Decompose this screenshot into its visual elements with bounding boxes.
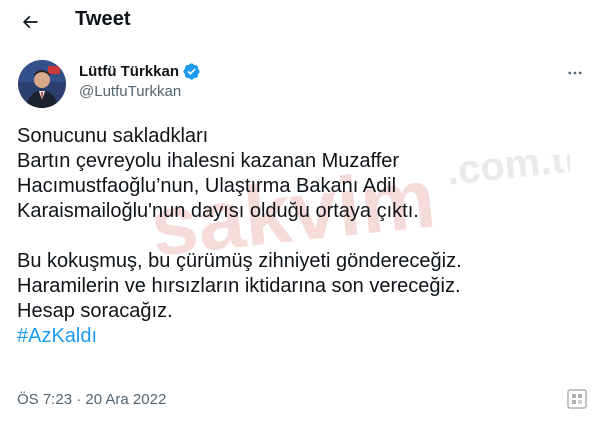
tweet-time[interactable]: ÖS 7:23: [17, 391, 72, 408]
back-button[interactable]: [13, 5, 47, 39]
tweet-line: Haramilerin ve hırsızların iktidarına so…: [17, 275, 461, 297]
author-handle[interactable]: @LutfuTurkkan: [79, 83, 181, 100]
page-title: Tweet: [75, 8, 131, 30]
hashtag-link[interactable]: #AzKaldı: [17, 325, 97, 347]
meta-separator: ·: [76, 391, 82, 408]
tweet-author: Lütfü Türkkan @LutfuTurkkan: [17, 59, 592, 111]
more-options-icon: [568, 71, 582, 75]
tweet-line: Hacımustfaoğlu’nun, Ulaştırma Bakanı Adi…: [17, 175, 397, 197]
header: Tweet: [0, 0, 603, 42]
tweet-line: Sonucunu sakladkları: [17, 125, 209, 147]
tweet-line: Bu kokuşmuş, bu çürümüş zihniyeti gönder…: [17, 250, 462, 272]
verified-badge-icon: [183, 63, 200, 80]
tweet-date[interactable]: 20 Ara 2022: [85, 391, 166, 408]
avatar[interactable]: [18, 60, 66, 108]
tweet-line: Bartın çevreyolu ihalesni kazanan Muzaff…: [17, 150, 400, 172]
tweet-timestamp: ÖS 7:23 · 20 Ara 2022: [17, 391, 166, 408]
back-arrow-icon: [22, 15, 38, 29]
tweet-text: Sonucunu sakladkları Bartın çevreyolu ih…: [17, 124, 587, 349]
author-display-name: Lütfü Türkkan: [79, 63, 179, 80]
tweet-line: Karaismailoğlu'nun dayısı olduğu ortaya …: [17, 200, 419, 222]
more-options-button[interactable]: [561, 59, 589, 87]
watermark-badge-icon: [567, 389, 587, 409]
tweet-line: Hesap soracağız.: [17, 300, 173, 322]
author-name-row[interactable]: Lütfü Türkkan: [79, 62, 201, 81]
